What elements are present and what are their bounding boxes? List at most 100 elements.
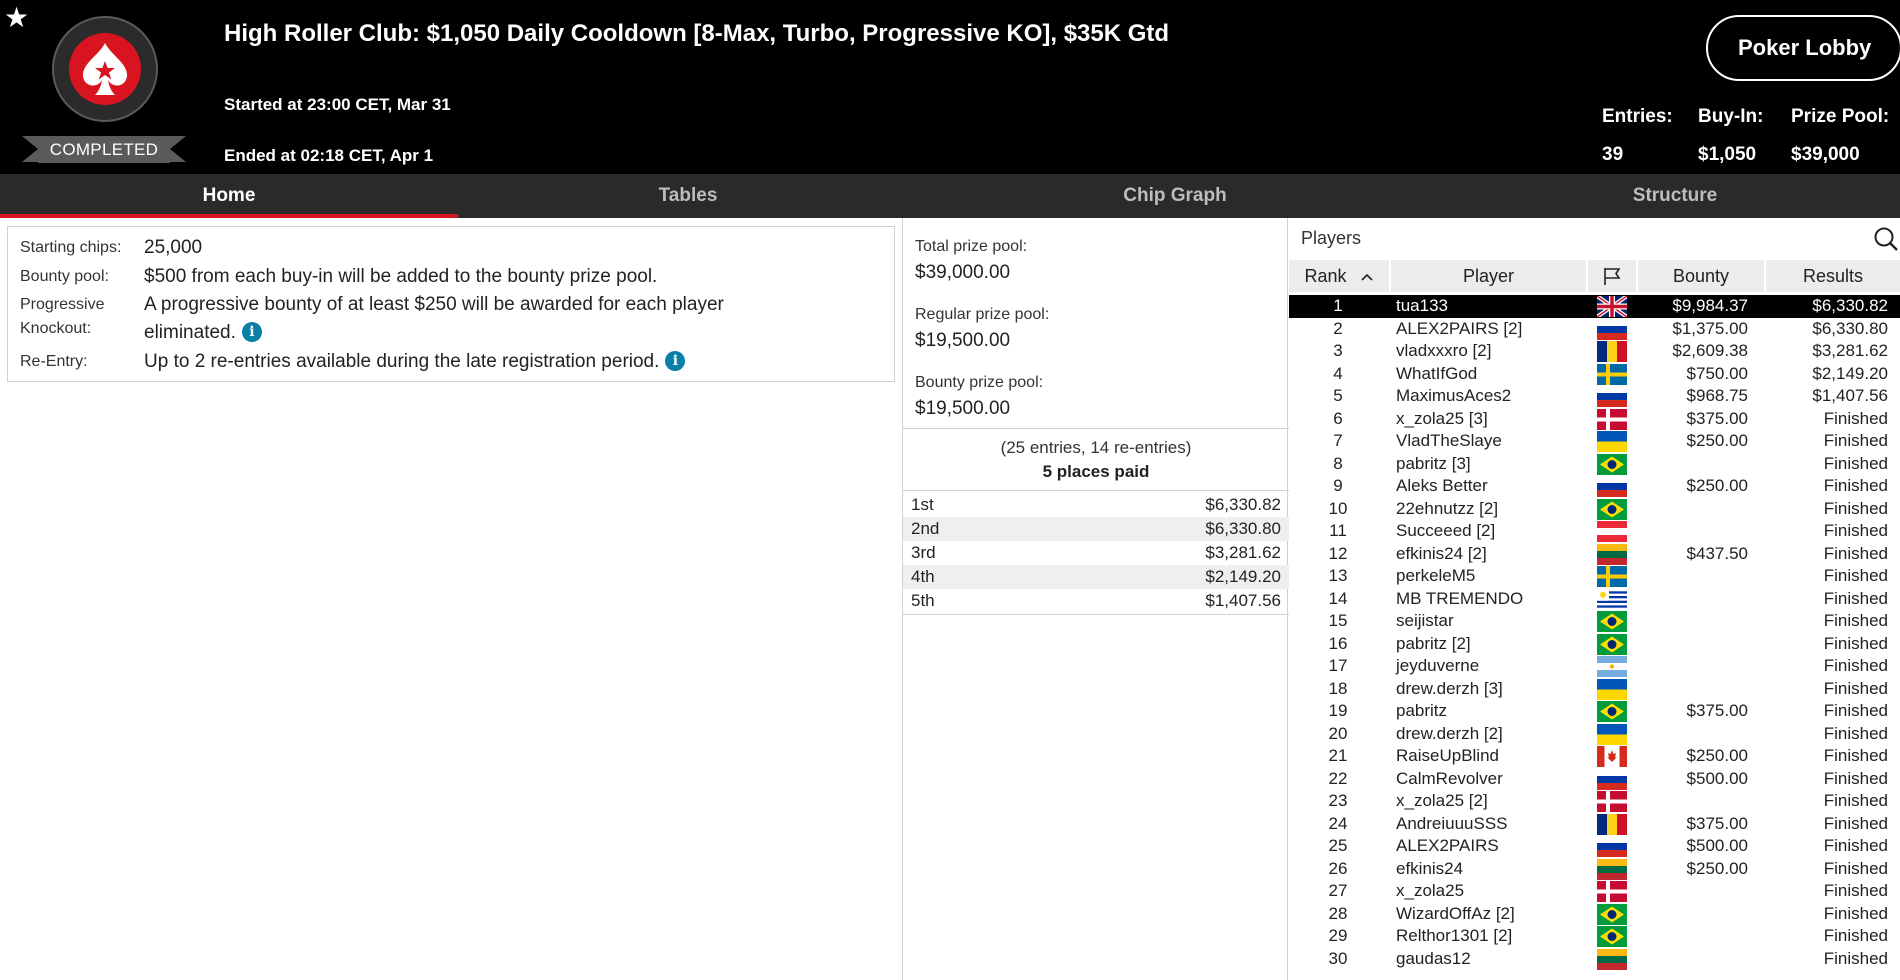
table-row[interactable]: 7 VladTheSlaye $250.00 Finished (1289, 430, 1900, 453)
tab-chip-graph[interactable]: Chip Graph (918, 174, 1432, 218)
bounty-pool-value: $500 from each buy-in will be added to t… (144, 266, 658, 287)
player-rank: 13 (1328, 566, 1348, 585)
player-rank: 29 (1328, 926, 1348, 945)
table-row[interactable]: 13 perkeleM5 Finished (1289, 565, 1900, 588)
player-bounty: $500.00 (1686, 768, 1748, 788)
player-result: Finished (1823, 611, 1888, 630)
player-name: CalmRevolver (1396, 768, 1503, 788)
tab-home[interactable]: Home (0, 174, 458, 218)
country-flag-icon (1597, 498, 1627, 520)
player-rank: 21 (1328, 746, 1348, 765)
table-row[interactable]: 19 pabritz $375.00 Finished (1289, 700, 1900, 723)
player-rank: 27 (1328, 881, 1348, 900)
table-row[interactable]: 17 jeyduverne Finished (1289, 655, 1900, 678)
player-result: Finished (1823, 813, 1888, 833)
table-row[interactable]: 8 pabritz [3] Finished (1289, 453, 1900, 476)
search-icon[interactable] (1873, 226, 1899, 257)
table-row[interactable]: 11 Succeeed [2] Finished (1289, 520, 1900, 543)
table-row[interactable]: 12 efkinis24 [2] $437.50 Finished (1289, 543, 1900, 566)
player-bounty: $250.00 (1686, 858, 1748, 878)
table-row[interactable]: 4 WhatIfGod $750.00 $2,149.20 (1289, 363, 1900, 386)
table-row[interactable]: 27 x_zola25 Finished (1289, 880, 1900, 903)
country-flag-icon (1597, 453, 1627, 475)
payout-row: 1st $6,330.82 (903, 493, 1289, 517)
tab-tables[interactable]: Tables (458, 174, 918, 218)
poker-lobby-button[interactable]: Poker Lobby (1706, 15, 1900, 81)
table-row[interactable]: 16 pabritz [2] Finished (1289, 633, 1900, 656)
country-flag-icon (1597, 656, 1627, 677)
player-name: WizardOffAz [2] (1396, 903, 1515, 923)
sort-asc-icon (1360, 273, 1373, 281)
payout-place: 4th (911, 567, 935, 586)
player-result: $6,330.80 (1812, 318, 1888, 338)
player-result: Finished (1823, 566, 1888, 585)
country-flag-icon (1597, 588, 1627, 610)
table-row[interactable]: 18 drew.derzh [3] Finished (1289, 678, 1900, 701)
table-row[interactable]: 14 MB TREMENDO Finished (1289, 588, 1900, 611)
player-rank: 15 (1328, 611, 1348, 630)
player-name: pabritz (1396, 701, 1448, 720)
player-name: MB TREMENDO (1396, 588, 1524, 608)
player-bounty: $375.00 (1686, 813, 1748, 833)
country-flag-icon (1597, 701, 1627, 722)
player-rank: 11 (1329, 521, 1347, 540)
table-row[interactable]: 20 drew.derzh [2] Finished (1289, 723, 1900, 746)
country-flag-icon (1597, 476, 1627, 497)
bounty-column-header[interactable]: Bounty (1636, 260, 1764, 292)
country-flag-icon (1597, 746, 1627, 767)
payout-amount: $2,149.20 (1205, 567, 1281, 586)
table-row[interactable]: 23 x_zola25 [2] Finished (1289, 790, 1900, 813)
player-bounty: $1,375.00 (1672, 318, 1748, 338)
info-icon[interactable]: i (241, 322, 262, 342)
results-column-header[interactable]: Results (1764, 260, 1900, 292)
country-flag-icon (1597, 633, 1627, 655)
reentry-label: Re-Entry: (20, 353, 88, 370)
table-row[interactable]: 10 22ehnutzz [2] Finished (1289, 498, 1900, 521)
player-rank: 8 (1333, 453, 1343, 473)
progressive-value: A progressive bounty of at least $250 wi… (144, 294, 724, 315)
table-row[interactable]: 5 MaximusAces2 $968.75 $1,407.56 (1289, 385, 1900, 408)
country-flag-icon (1597, 678, 1627, 700)
bounty-prize-pool-label: Bounty prize pool: (915, 374, 1044, 391)
table-row[interactable]: 29 Relthor1301 [2] Finished (1289, 925, 1900, 948)
payout-place: 5th (911, 591, 935, 610)
table-row[interactable]: 15 seijistar Finished (1289, 610, 1900, 633)
payout-row: 2nd $6,330.80 (903, 517, 1289, 541)
table-row[interactable]: 21 RaiseUpBlind $250.00 Finished (1289, 745, 1900, 768)
player-name: jeyduverne (1396, 656, 1480, 675)
info-icon[interactable]: i (665, 351, 686, 371)
table-row[interactable]: 1 tua133 $9,984.37 $6,330.82 (1289, 295, 1900, 318)
table-row[interactable]: 3 vladxxxro [2] $2,609.38 $3,281.62 (1289, 340, 1900, 363)
player-column-header[interactable]: Player (1389, 260, 1586, 292)
player-name: seijistar (1396, 611, 1454, 630)
table-row[interactable]: 9 Aleks Better $250.00 Finished (1289, 475, 1900, 498)
player-bounty: $375.00 (1686, 408, 1748, 428)
flag-column-header[interactable] (1586, 260, 1636, 292)
star-icon[interactable]: ★ (4, 4, 29, 32)
table-row[interactable]: 6 x_zola25 [3] $375.00 Finished (1289, 408, 1900, 431)
player-result: Finished (1823, 476, 1888, 495)
prize-pool-panel: Total prize pool: $39,000.00 Regular pri… (902, 218, 1289, 980)
progressive-label: Progressive (20, 296, 105, 313)
player-name: MaximusAces2 (1396, 386, 1512, 405)
table-row[interactable]: 25 ALEX2PAIRS $500.00 Finished (1289, 835, 1900, 858)
player-rank: 20 (1328, 723, 1348, 743)
rank-column-header[interactable]: Rank (1289, 260, 1389, 292)
buy-in-value: $1,050 (1698, 144, 1757, 165)
payout-place: 2nd (911, 519, 940, 538)
table-row[interactable]: 30 gaudas12 Finished (1289, 948, 1900, 971)
table-row[interactable]: 22 CalmRevolver $500.00 Finished (1289, 768, 1900, 791)
country-flag-icon (1597, 948, 1627, 970)
total-prize-pool-value: $39,000.00 (915, 262, 1011, 283)
country-flag-icon (1597, 341, 1627, 362)
tab-structure[interactable]: Structure (1432, 174, 1900, 218)
player-name: 22ehnutzz [2] (1396, 498, 1499, 518)
table-row[interactable]: 2 ALEX2PAIRS [2] $1,375.00 $6,330.80 (1289, 318, 1900, 341)
payout-amount: $6,330.82 (1205, 495, 1281, 514)
table-row[interactable]: 24 AndreiuuuSSS $375.00 Finished (1289, 813, 1900, 836)
end-time: Ended at 02:18 CET, Apr 1 (224, 146, 434, 165)
player-name: tua133 (1396, 296, 1448, 315)
table-row[interactable]: 28 WizardOffAz [2] Finished (1289, 903, 1900, 926)
table-row[interactable]: 26 efkinis24 $250.00 Finished (1289, 858, 1900, 881)
player-result: Finished (1823, 588, 1888, 608)
